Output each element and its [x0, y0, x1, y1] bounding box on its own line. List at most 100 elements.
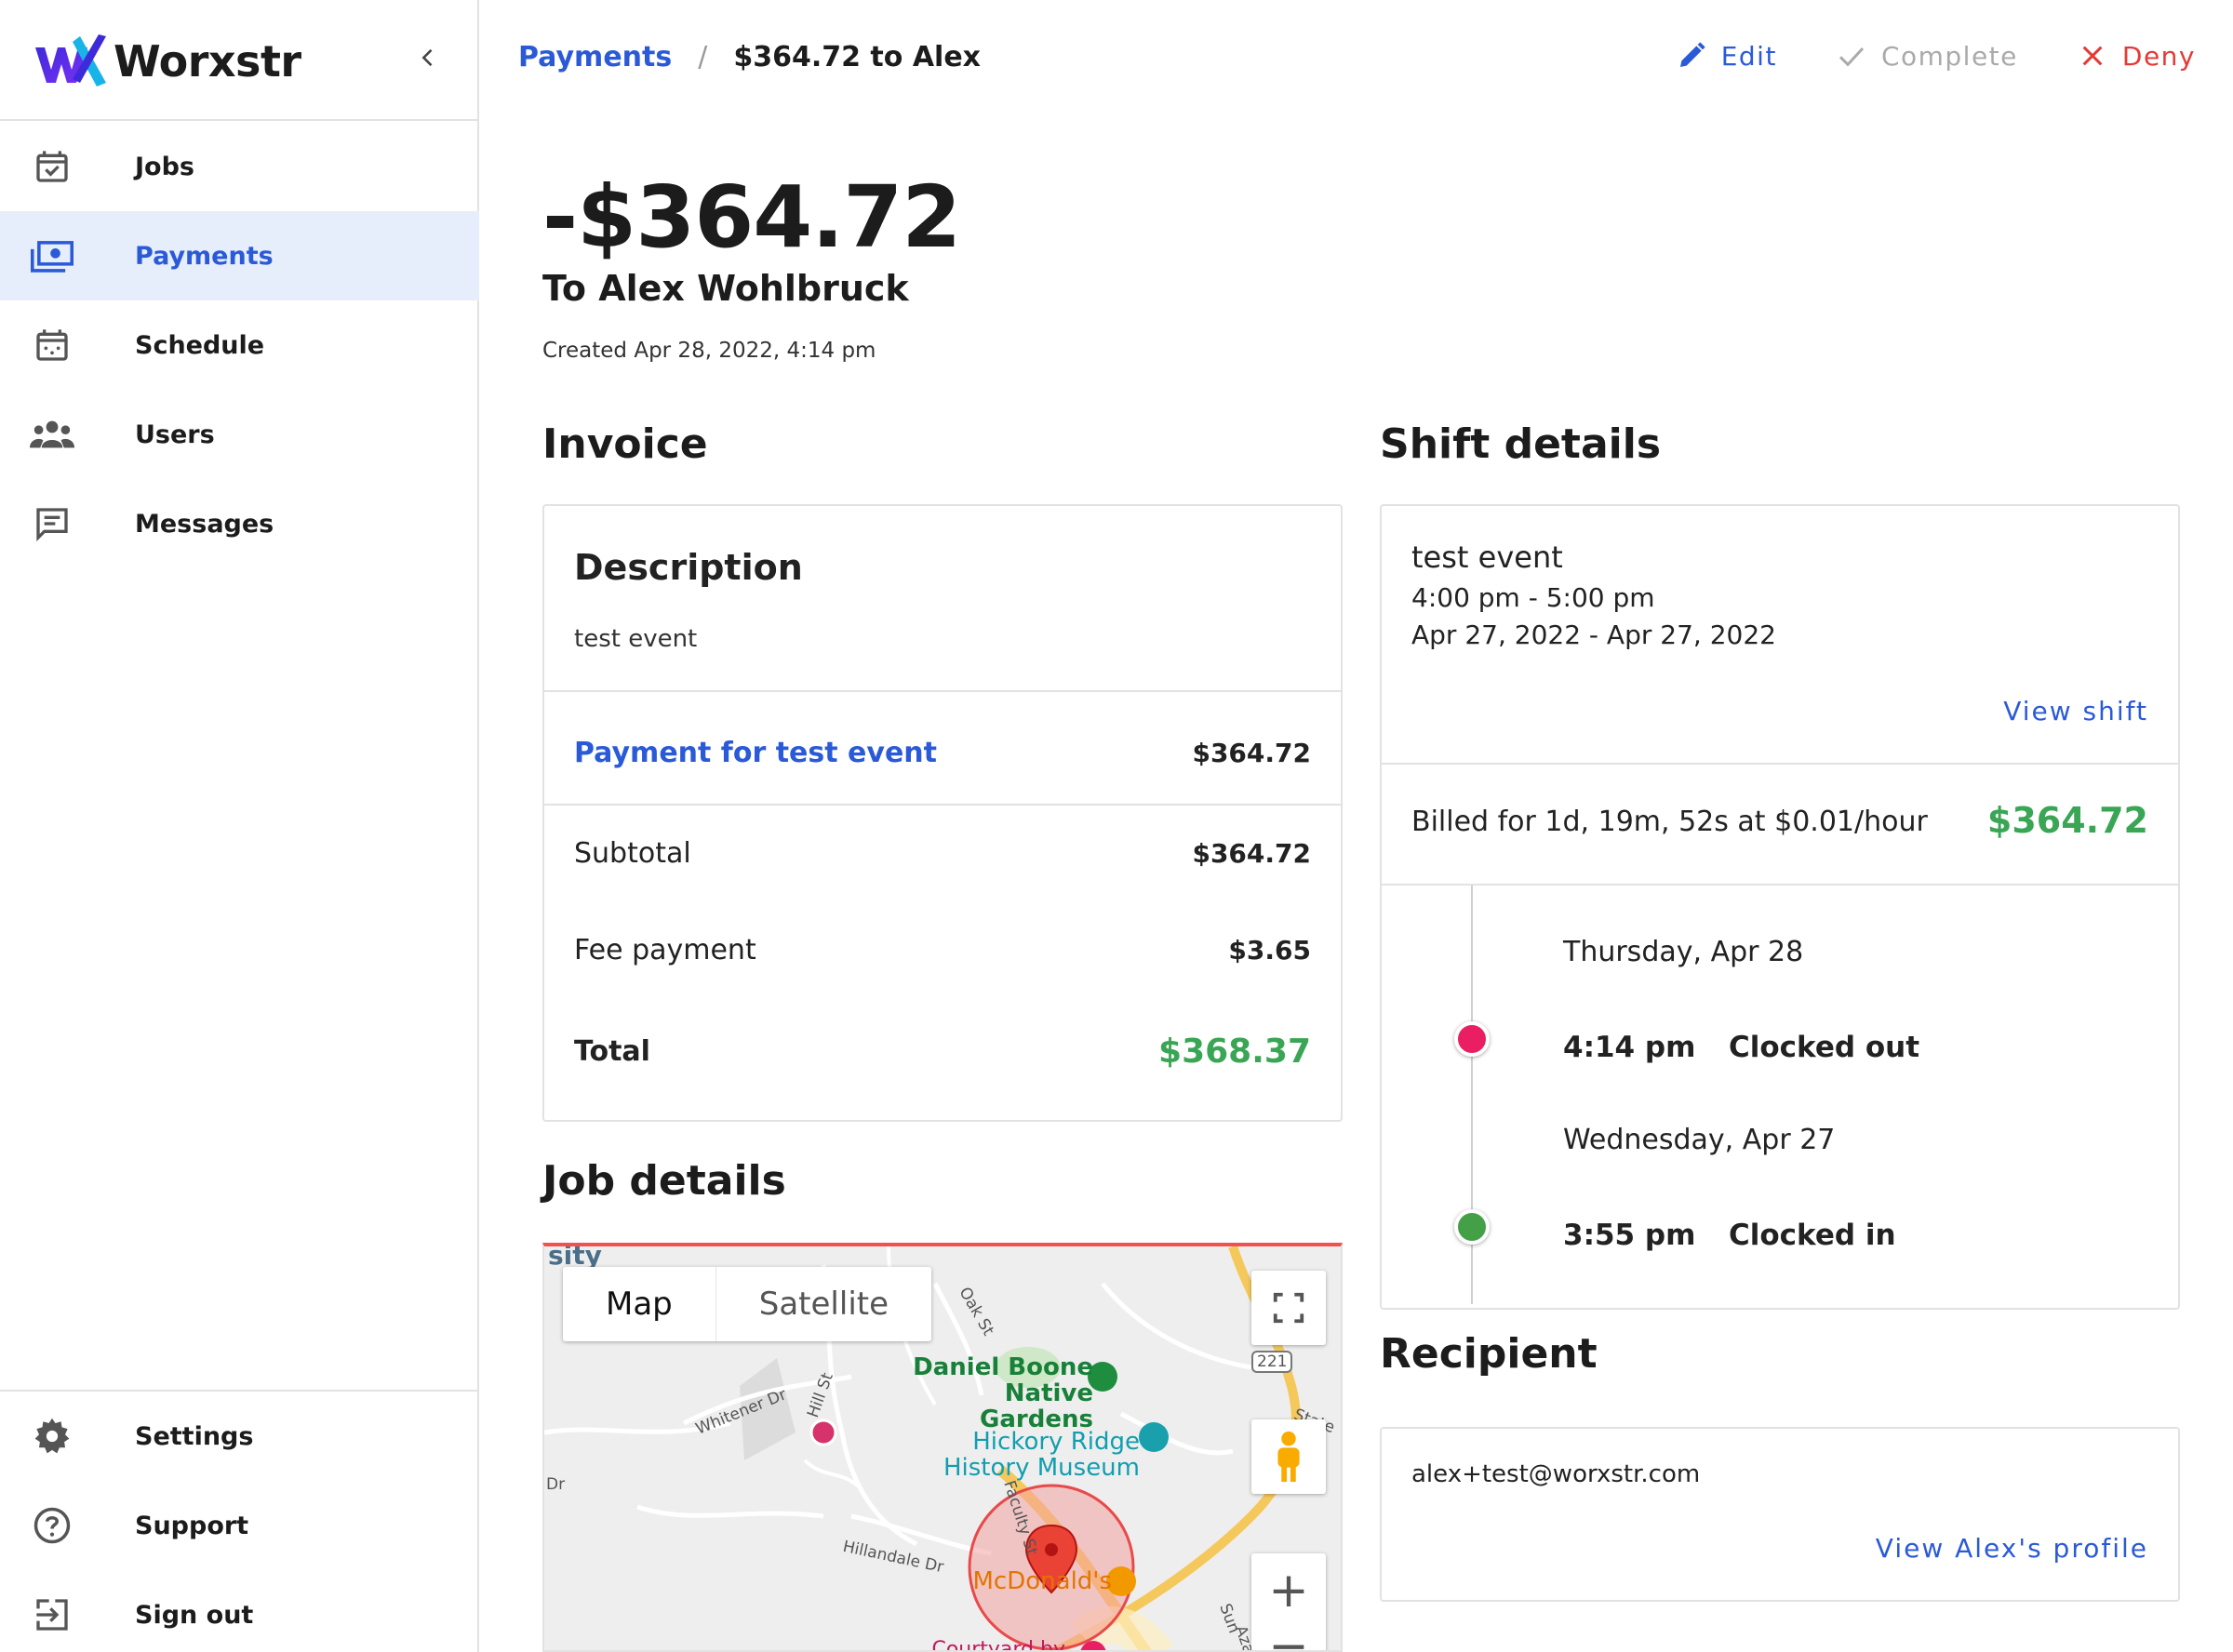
payment-amount: -$364.72 [542, 167, 961, 267]
total-amount: $368.37 [1158, 1032, 1311, 1071]
check-icon [1835, 39, 1868, 73]
subtotal-amount: $364.72 [1192, 838, 1311, 869]
fee-label: Fee payment [574, 934, 756, 966]
shift-dates: Apr 27, 2022 - Apr 27, 2022 [1411, 620, 1776, 650]
timeline-status: Clocked out [1729, 1031, 1920, 1064]
map-street-dr: Dr [546, 1475, 566, 1494]
job-details-title: Job details [542, 1157, 786, 1205]
subtotal-label: Subtotal [574, 837, 691, 870]
map-type-toggle: Map Satellite [563, 1267, 932, 1341]
sidebar-item-payments[interactable]: Payments [0, 211, 479, 300]
edit-label: Edit [1720, 40, 1777, 72]
job-map[interactable]: sity Daniel Boone Native Gardens Hickory… [542, 1243, 1343, 1652]
sign-out-icon [30, 1594, 74, 1635]
page-actions: Edit Complete Deny [1617, 39, 2196, 73]
deny-label: Deny [2121, 40, 2196, 72]
recipient-card: alex+test@worxstr.com View Alex's profil… [1380, 1427, 2180, 1602]
total-label: Total [574, 1035, 650, 1068]
sidebar-item-messages[interactable]: Messages [0, 479, 479, 568]
fee-row: Fee payment $3.65 [574, 934, 1311, 966]
deny-button[interactable]: Deny [2076, 39, 2196, 73]
sidebar-divider [0, 119, 479, 121]
zoom-out-button[interactable]: − [1251, 1622, 1326, 1650]
complete-button[interactable]: Complete [1835, 39, 2018, 73]
street-view-button[interactable] [1251, 1419, 1326, 1494]
map-label-courtyard[interactable]: Courtyard by [898, 1637, 1065, 1650]
sidebar-item-label: Payments [135, 241, 274, 271]
map-label-top: sity [548, 1243, 602, 1271]
breadcrumb-separator: / [698, 41, 708, 73]
sidebar-item-label: Sign out [135, 1600, 254, 1630]
sidebar-item-support[interactable]: Support [0, 1481, 479, 1570]
sidebar-item-label: Schedule [135, 330, 265, 360]
users-icon [30, 414, 74, 455]
divider [1382, 763, 2178, 765]
shift-details-title: Shift details [1380, 420, 1662, 468]
sidebar-bottom-nav: Settings Support Sign out [0, 1392, 479, 1652]
pegman-icon [1277, 1431, 1300, 1483]
cash-icon [30, 235, 74, 276]
zoom-controls: + − [1251, 1553, 1326, 1650]
sidebar-item-label: Users [135, 420, 215, 449]
billed-text: Billed for 1d, 19m, 52s at $0.01/hour [1411, 806, 1928, 838]
calendar-check-icon [30, 146, 74, 187]
breadcrumb-payments-link[interactable]: Payments [518, 41, 672, 73]
message-icon [30, 503, 74, 544]
line-item-amount: $364.72 [1192, 738, 1311, 768]
sidebar-item-sign-out[interactable]: Sign out [0, 1570, 479, 1652]
invoice-line-item: Payment for test event $364.72 [574, 737, 1311, 769]
fullscreen-icon [1273, 1292, 1304, 1324]
map-type-map-button[interactable]: Map [563, 1267, 715, 1341]
sidebar: Worxstr Jobs Payments Schedule Users Mes… [0, 0, 479, 1652]
pencil-icon [1675, 39, 1708, 73]
shift-time: 4:00 pm - 5:00 pm [1411, 582, 1655, 613]
zoom-in-button[interactable]: + [1251, 1553, 1326, 1628]
clock-out-dot [1454, 1021, 1490, 1057]
main-content: Payments / $364.72 to Alex Edit Complete… [481, 0, 2233, 1652]
view-profile-button[interactable]: View Alex's profile [1876, 1533, 2148, 1564]
sidebar-item-jobs[interactable]: Jobs [0, 122, 479, 211]
sidebar-item-label: Jobs [135, 152, 194, 181]
timeline-date: Wednesday, Apr 27 [1563, 1124, 1836, 1156]
breadcrumb-current: $364.72 to Alex [733, 41, 982, 73]
help-circle-icon [30, 1505, 74, 1546]
brand-logo[interactable]: Worxstr [33, 26, 301, 97]
line-item-link[interactable]: Payment for test event [574, 737, 937, 769]
invoice-card: Description test event Payment for test … [542, 504, 1343, 1122]
app-name: Worxstr [114, 36, 301, 87]
map-label-gardens[interactable]: Daniel Boone Native Gardens [898, 1354, 1093, 1432]
shift-details-card: test event 4:00 pm - 5:00 pm Apr 27, 202… [1380, 504, 2180, 1310]
map-type-satellite-button[interactable]: Satellite [715, 1267, 931, 1341]
chevron-left-icon [421, 48, 433, 67]
calendar-icon [30, 325, 74, 366]
timeline-date: Thursday, Apr 28 [1563, 936, 1804, 968]
description-text: test event [574, 625, 698, 653]
gear-icon [30, 1416, 74, 1457]
sidebar-item-users[interactable]: Users [0, 390, 479, 479]
map-route-shield: 221 [1251, 1351, 1293, 1373]
view-shift-button[interactable]: View shift [2003, 696, 2148, 726]
sidebar-item-settings[interactable]: Settings [0, 1392, 479, 1481]
payment-recipient-name: To Alex Wohlbruck [542, 268, 909, 309]
subtotal-row: Subtotal $364.72 [574, 837, 1311, 870]
sidebar-item-label: Support [135, 1511, 249, 1540]
billed-amount: $364.72 [1986, 800, 2148, 841]
clock-in-dot [1454, 1209, 1490, 1245]
edit-button[interactable]: Edit [1675, 39, 1777, 73]
sidebar-item-schedule[interactable]: Schedule [0, 300, 479, 390]
timeline-time: 4:14 pm [1563, 1031, 1696, 1064]
shift-name: test event [1411, 540, 1563, 575]
collapse-sidebar-button[interactable] [406, 35, 450, 80]
complete-label: Complete [1880, 40, 2018, 72]
timeline-time: 3:55 pm [1563, 1219, 1696, 1252]
fullscreen-button[interactable] [1251, 1271, 1326, 1345]
close-icon [2076, 39, 2109, 73]
breadcrumb: Payments / $364.72 to Alex [518, 41, 981, 73]
sidebar-item-label: Settings [135, 1421, 254, 1451]
description-title: Description [574, 547, 803, 588]
timeline-status: Clocked in [1729, 1219, 1896, 1252]
fee-amount: $3.65 [1228, 935, 1311, 966]
invoice-title: Invoice [542, 420, 708, 468]
map-label-museum[interactable]: Hickory Ridge History Museum [916, 1429, 1140, 1481]
map-label-restaurant[interactable]: McDonald's [926, 1568, 1113, 1594]
